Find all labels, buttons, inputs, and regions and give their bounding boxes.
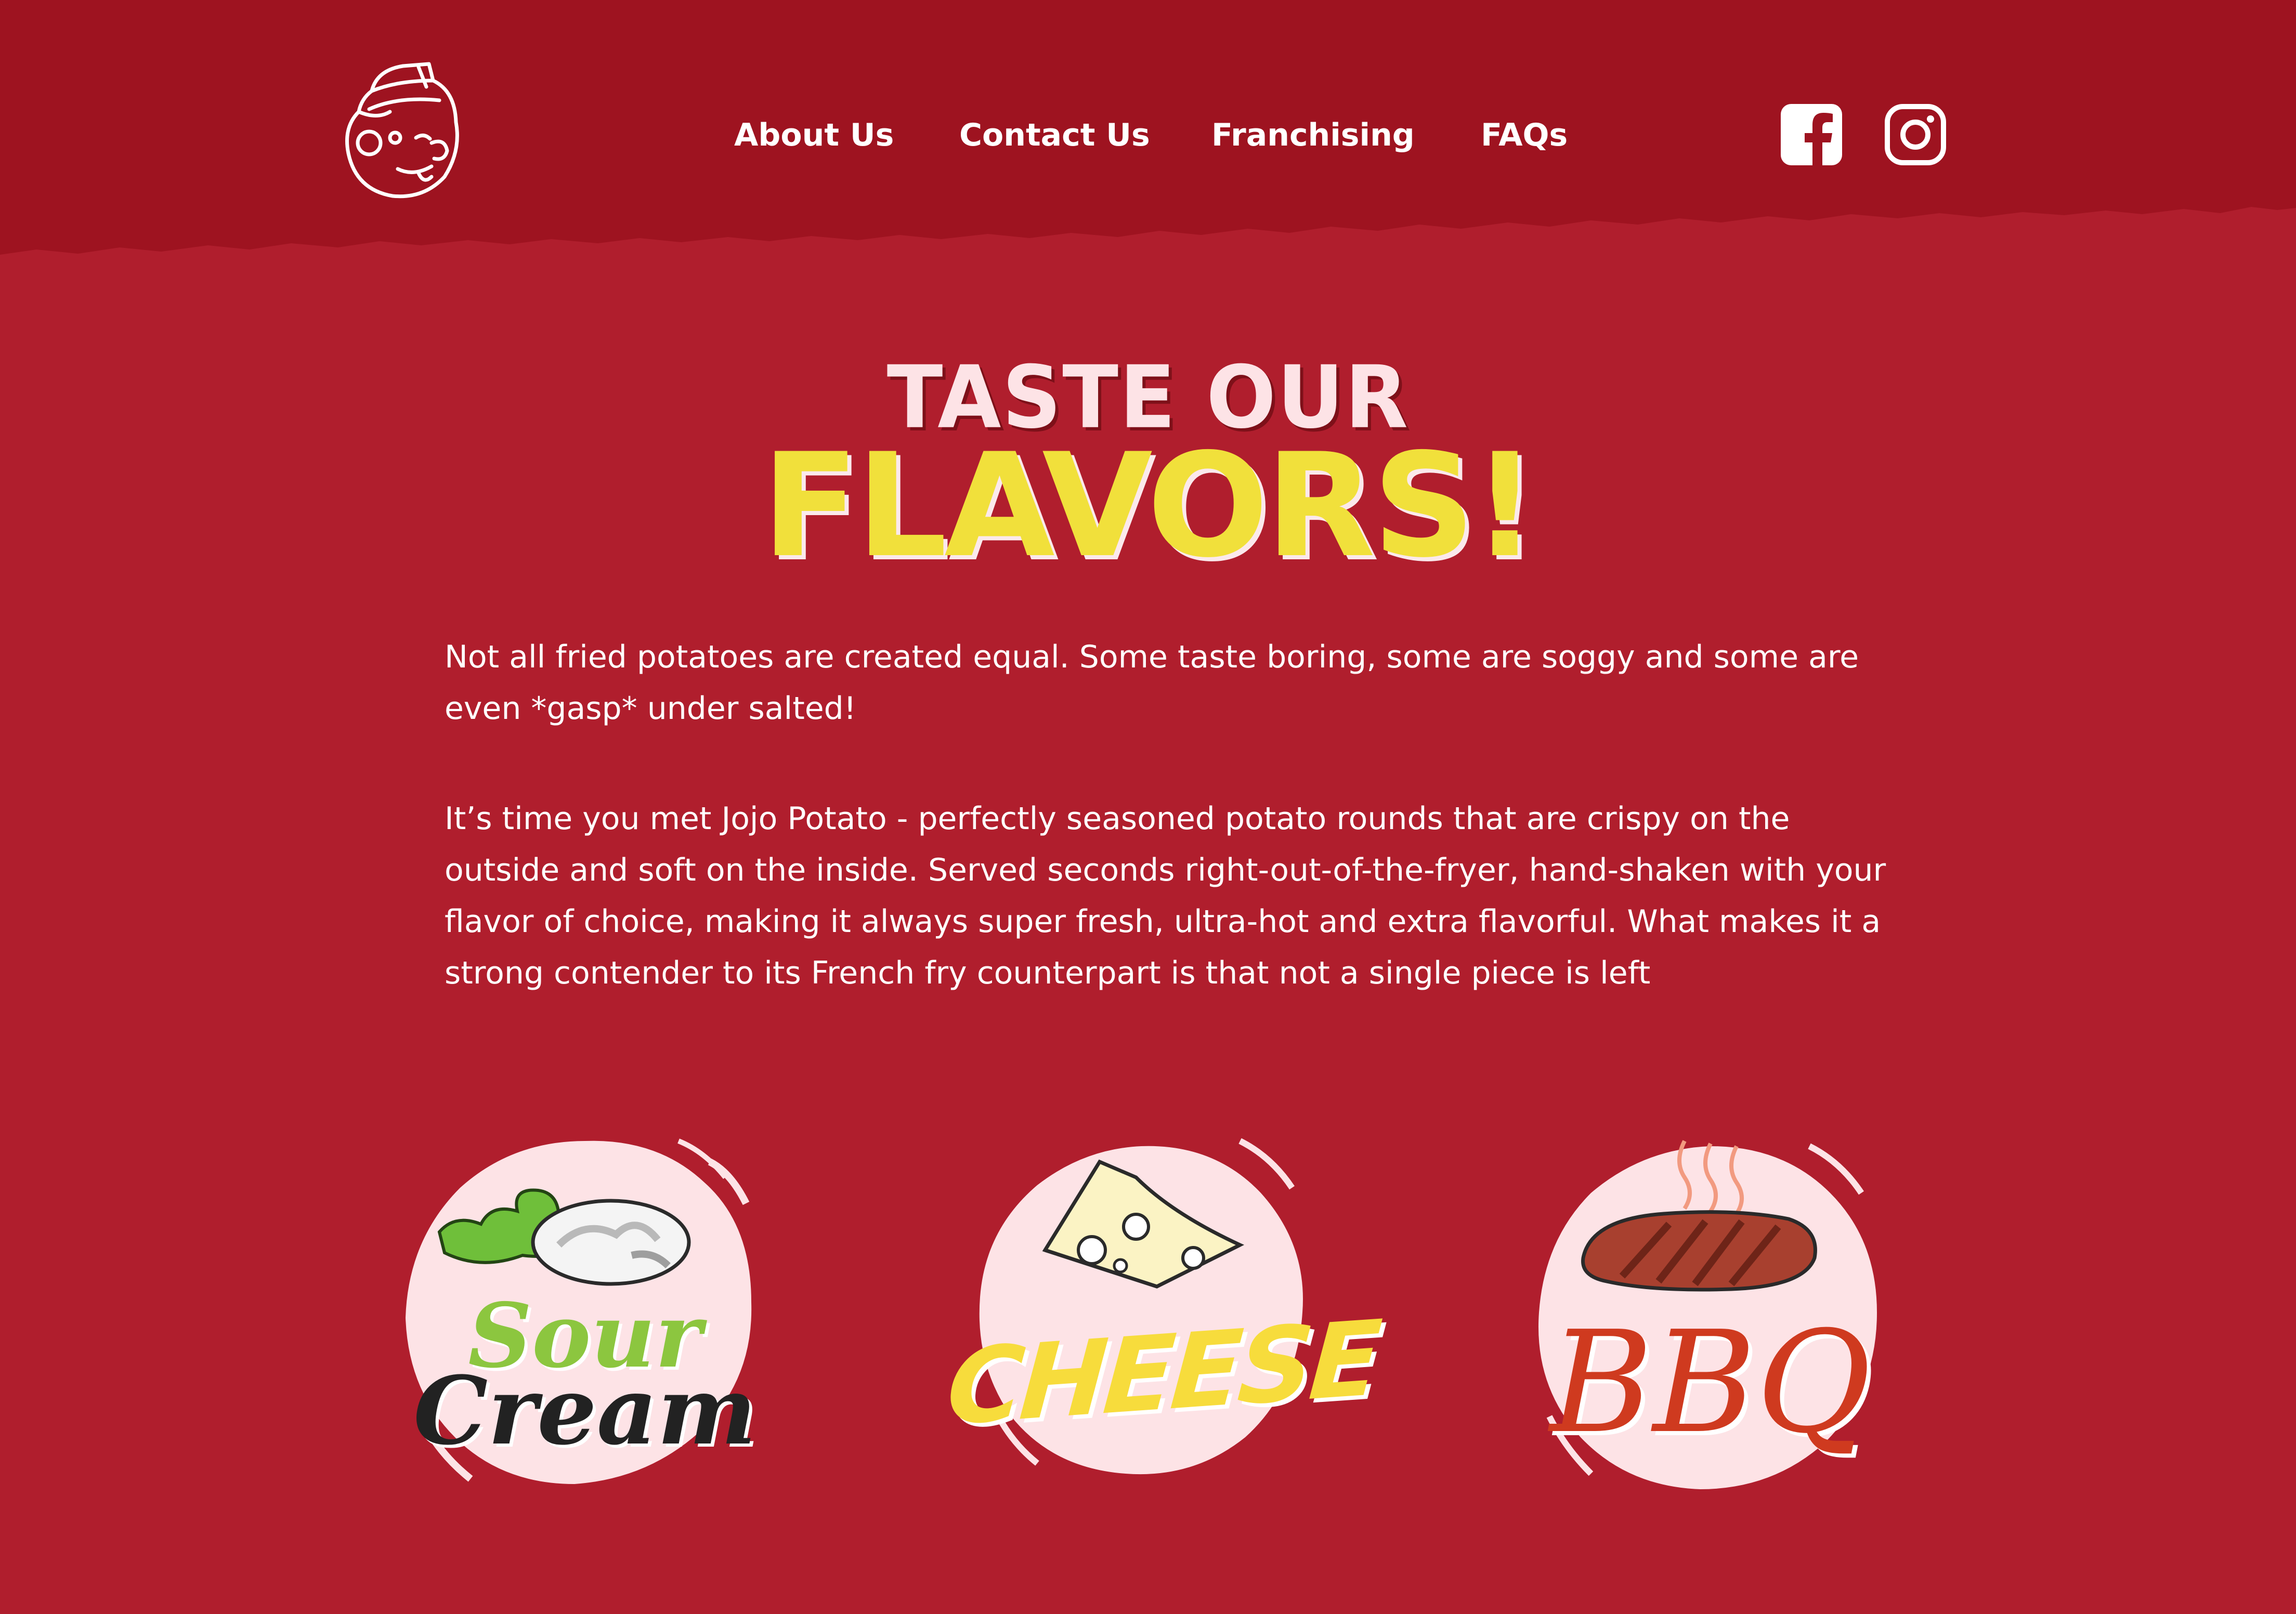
flavor-label-cheese: CHEESE xyxy=(943,1298,1381,1449)
flavor-badge-sour-cream[interactable]: Sour Cream xyxy=(387,1120,782,1515)
main-nav: About Us Contact Us Franchising FAQs xyxy=(0,109,2296,161)
intro-copy: Not all fried potatoes are created equal… xyxy=(445,632,1890,999)
nav-contact-us[interactable]: Contact Us xyxy=(959,109,1150,161)
flavor-badge-bbq[interactable]: BBQ xyxy=(1513,1120,1908,1515)
instagram-icon xyxy=(1885,104,1946,165)
nav-about-us[interactable]: About Us xyxy=(734,109,894,161)
intro-paragraph-2: It’s time you met Jojo Potato - perfectl… xyxy=(445,801,1886,991)
header-band: About Us Contact Us Franchising FAQs xyxy=(0,0,2296,291)
headline-flavors: FLAVORS! xyxy=(761,423,1537,589)
headline-taste-our: TASTE OUR xyxy=(886,347,1410,448)
flavor-label-bbq: BBQ xyxy=(1549,1301,1872,1464)
flavors-headline: TASTE OUR FLAVORS! xyxy=(0,347,2296,589)
flavor-badge-cheese[interactable]: CHEESE xyxy=(943,1120,1381,1515)
nav-franchising[interactable]: Franchising xyxy=(1211,109,1415,161)
page: About Us Contact Us Franchising FAQs TAS… xyxy=(0,0,2296,1614)
facebook-icon xyxy=(1781,104,1842,165)
instagram-link[interactable] xyxy=(1885,104,1946,165)
intro-paragraph-1: Not all fried potatoes are created equal… xyxy=(445,639,1859,727)
facebook-link[interactable] xyxy=(1781,104,1842,165)
flavor-label-cream: Cream xyxy=(413,1356,756,1466)
nav-faqs[interactable]: FAQs xyxy=(1481,109,1568,161)
